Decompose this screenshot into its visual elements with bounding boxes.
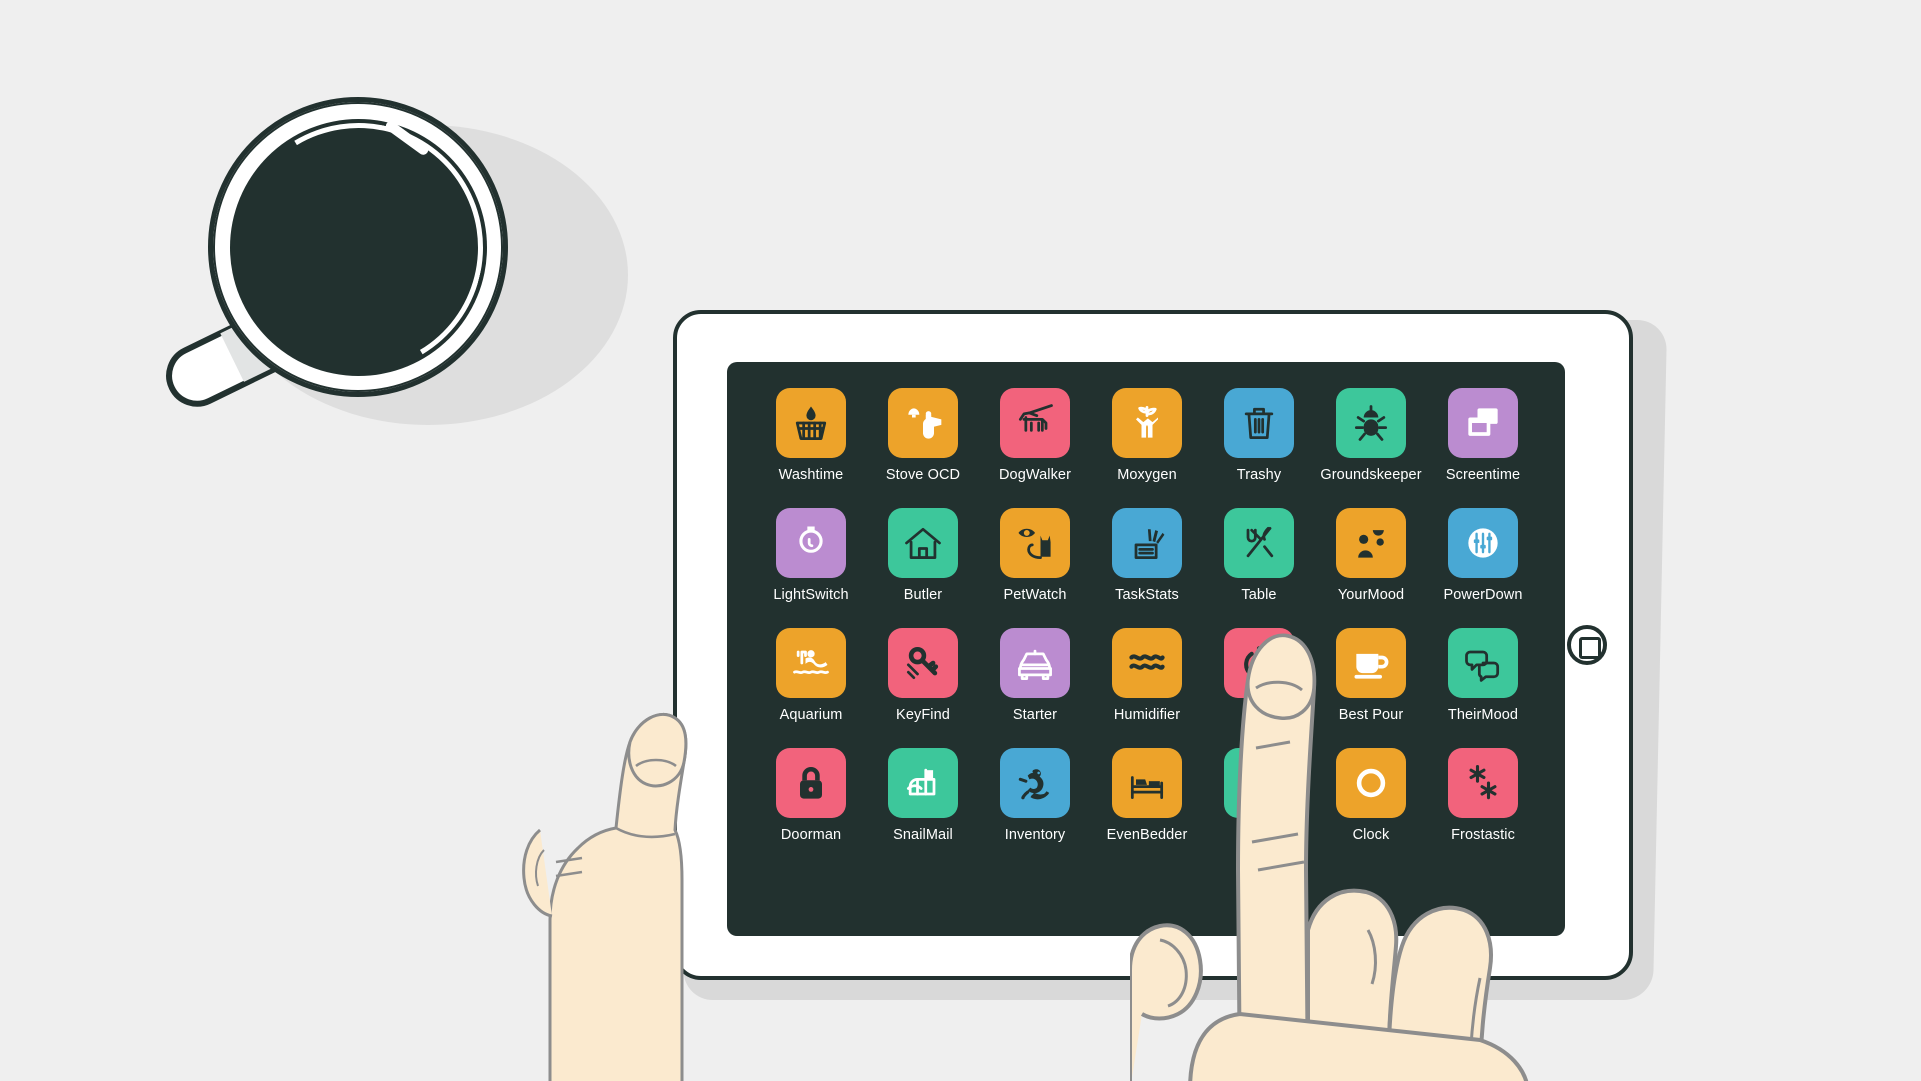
app-label: Humidifier bbox=[1113, 707, 1181, 723]
app-trashy[interactable]: Trashy bbox=[1203, 388, 1315, 508]
app-label: Butler bbox=[903, 587, 943, 603]
scissors-icon[interactable] bbox=[1224, 748, 1294, 818]
app-doorman[interactable]: Doorman bbox=[755, 748, 867, 868]
app-taskstats[interactable]: TaskStats bbox=[1091, 508, 1203, 628]
coffee-mug bbox=[150, 95, 640, 435]
app-run[interactable]: Run bbox=[1203, 628, 1315, 748]
app-frostastic[interactable]: Frostastic bbox=[1427, 748, 1539, 868]
mermaid-icon[interactable] bbox=[776, 628, 846, 698]
app-powerdown[interactable]: PowerDown bbox=[1427, 508, 1539, 628]
app-label: Run bbox=[1245, 707, 1273, 723]
app-label: Best Pour bbox=[1338, 707, 1404, 723]
app-keyfind[interactable]: KeyFind bbox=[867, 628, 979, 748]
app-label: YourMood bbox=[1337, 587, 1405, 603]
app-label: Frostastic bbox=[1451, 827, 1515, 843]
squirrel-icon[interactable] bbox=[1000, 748, 1070, 818]
app-petwatch[interactable]: PetWatch bbox=[979, 508, 1091, 628]
app-humidifier[interactable]: Humidifier bbox=[1091, 628, 1203, 748]
app-table[interactable]: Table bbox=[1203, 508, 1315, 628]
wash-basin-icon[interactable] bbox=[776, 388, 846, 458]
app-butler[interactable]: Butler bbox=[867, 508, 979, 628]
app-label: Starter bbox=[1012, 707, 1058, 723]
app-groundskeeper[interactable]: Groundskeeper bbox=[1315, 388, 1427, 508]
app-label: Clock bbox=[1352, 827, 1390, 843]
home-button[interactable] bbox=[1567, 625, 1607, 665]
app-lightswitch[interactable]: LightSwitch bbox=[755, 508, 867, 628]
circle-ring-icon[interactable] bbox=[1336, 748, 1406, 818]
coffee-cup-icon[interactable] bbox=[1336, 628, 1406, 698]
dog-leash-icon[interactable] bbox=[1000, 388, 1070, 458]
app-label: SnailMail bbox=[893, 827, 953, 843]
app-dogwalker[interactable]: DogWalker bbox=[979, 388, 1091, 508]
windows-stack-icon[interactable] bbox=[1448, 388, 1518, 458]
app-label: PetWatch bbox=[1003, 587, 1067, 603]
app-label: KeyFind bbox=[896, 707, 950, 723]
app-label: Table bbox=[1241, 587, 1277, 603]
power-circle-icon[interactable] bbox=[1224, 628, 1294, 698]
snowflakes-icon[interactable] bbox=[1448, 748, 1518, 818]
app-moxygen[interactable]: Moxygen bbox=[1091, 388, 1203, 508]
app-yourmood[interactable]: YourMood bbox=[1315, 508, 1427, 628]
app-label: TaskStats bbox=[1115, 587, 1179, 603]
app-label: Aquarium bbox=[779, 707, 843, 723]
eye-cat-icon[interactable] bbox=[1000, 508, 1070, 578]
app-label: Washtime bbox=[778, 467, 844, 483]
house-icon[interactable] bbox=[888, 508, 958, 578]
app-grid: Washtime Stove OCD DogWalker Moxygen Trashy G… bbox=[755, 388, 1539, 868]
waves-icon[interactable] bbox=[1112, 628, 1182, 698]
app-label: Stove OCD bbox=[885, 467, 961, 483]
app-washtime[interactable]: Washtime bbox=[755, 388, 867, 508]
plant-m-icon[interactable] bbox=[1112, 388, 1182, 458]
mailbox-icon[interactable] bbox=[888, 748, 958, 818]
scene: Washtime Stove OCD DogWalker Moxygen Trashy G… bbox=[0, 0, 1921, 1081]
tablet-device[interactable]: Washtime Stove OCD DogWalker Moxygen Trashy G… bbox=[673, 310, 1633, 980]
app-clock[interactable]: Clock bbox=[1315, 748, 1427, 868]
app-label: LightSwitch bbox=[773, 587, 849, 603]
app-best-pour[interactable]: Best Pour bbox=[1315, 628, 1427, 748]
app-theirmood[interactable]: TheirMood bbox=[1427, 628, 1539, 748]
app-label: Screentime bbox=[1445, 467, 1521, 483]
app-inventory[interactable]: Inventory bbox=[979, 748, 1091, 868]
app-label: EvenBedder bbox=[1106, 827, 1188, 843]
key-icon[interactable] bbox=[888, 628, 958, 698]
app-label: Trashy bbox=[1236, 467, 1282, 483]
app-label: DogWalker bbox=[998, 467, 1072, 483]
tablet-screen[interactable]: Washtime Stove OCD DogWalker Moxygen Trashy G… bbox=[727, 362, 1565, 936]
bed-icon[interactable] bbox=[1112, 748, 1182, 818]
app-stove-ocd[interactable]: Stove OCD bbox=[867, 388, 979, 508]
padlock-icon[interactable] bbox=[776, 748, 846, 818]
app-trash[interactable]: Trash bbox=[1203, 748, 1315, 868]
trash-can-icon[interactable] bbox=[1224, 388, 1294, 458]
fork-knife-icon[interactable] bbox=[1224, 508, 1294, 578]
bug-icon[interactable] bbox=[1336, 388, 1406, 458]
app-label: Groundskeeper bbox=[1320, 467, 1422, 483]
app-label: Moxygen bbox=[1117, 467, 1177, 483]
app-snailmail[interactable]: SnailMail bbox=[867, 748, 979, 868]
app-evenbedder[interactable]: EvenBedder bbox=[1091, 748, 1203, 868]
fire-extinguisher-icon[interactable] bbox=[888, 388, 958, 458]
mood-blobs-icon[interactable] bbox=[1336, 508, 1406, 578]
app-label: Inventory bbox=[1004, 827, 1066, 843]
app-label: Doorman bbox=[780, 827, 842, 843]
app-starter[interactable]: Starter bbox=[979, 628, 1091, 748]
app-screentime[interactable]: Screentime bbox=[1427, 388, 1539, 508]
stats-burst-icon[interactable] bbox=[1112, 508, 1182, 578]
app-label: PowerDown bbox=[1443, 587, 1523, 603]
app-aquarium[interactable]: Aquarium bbox=[755, 628, 867, 748]
app-label: TheirMood bbox=[1447, 707, 1519, 723]
car-front-icon[interactable] bbox=[1000, 628, 1070, 698]
sliders-circle-icon[interactable] bbox=[1448, 508, 1518, 578]
speech-bubbles-icon[interactable] bbox=[1448, 628, 1518, 698]
app-label: Trash bbox=[1240, 827, 1278, 843]
lightbulb-icon[interactable] bbox=[776, 508, 846, 578]
